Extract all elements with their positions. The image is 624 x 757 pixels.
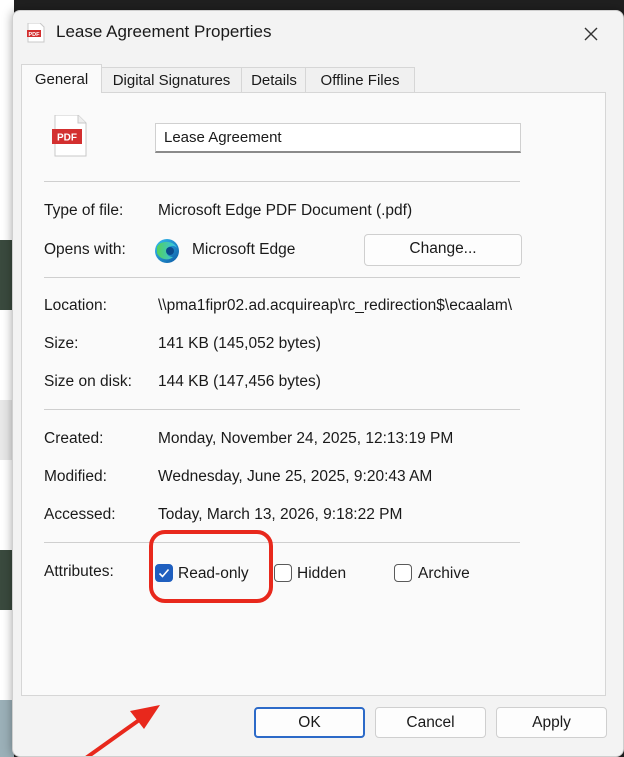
cancel-button[interactable]: Cancel [375, 707, 486, 738]
pdf-file-icon: PDF [52, 114, 88, 157]
title-bar[interactable]: PDF Lease Agreement Properties [13, 11, 623, 55]
archive-checkbox[interactable] [394, 564, 412, 582]
modified-label: Modified: [44, 468, 107, 485]
properties-dialog: PDF Lease Agreement Properties General D… [12, 10, 624, 757]
divider [44, 277, 520, 278]
hidden-checkbox[interactable] [274, 564, 292, 582]
opens-with-value: Microsoft Edge [192, 241, 296, 258]
archive-label[interactable]: Archive [418, 565, 470, 583]
size-value: 141 KB (145,052 bytes) [158, 335, 321, 352]
ok-button[interactable]: OK [254, 707, 365, 738]
divider [44, 181, 520, 182]
location-value: \\pma1fipr02.ad.acquireap\rc_redirection… [158, 297, 513, 314]
size-on-disk-label: Size on disk: [44, 373, 132, 390]
divider [44, 542, 520, 543]
opens-with-label: Opens with: [44, 241, 126, 258]
tab-digital-signatures[interactable]: Digital Signatures [100, 67, 243, 93]
svg-text:PDF: PDF [29, 32, 41, 38]
accessed-label: Accessed: [44, 506, 116, 523]
attributes-label: Attributes: [44, 563, 114, 580]
svg-text:PDF: PDF [57, 133, 77, 144]
location-label: Location: [44, 297, 107, 314]
annotation-arrow-icon [85, 705, 160, 756]
change-button[interactable]: Change... [364, 234, 522, 266]
general-panel: PDF Type of file: Microsoft Edge PDF Doc… [21, 92, 606, 756]
created-value: Monday, November 24, 2025, 12:13:19 PM [158, 430, 454, 447]
accessed-value: Today, March 13, 2026, 9:18:22 PM [158, 506, 403, 523]
size-on-disk-value: 144 KB (147,456 bytes) [158, 373, 321, 390]
close-button[interactable] [569, 17, 613, 49]
file-name-field[interactable] [155, 123, 521, 153]
hidden-label[interactable]: Hidden [297, 565, 346, 583]
location-value-container: \\pma1fipr02.ad.acquireap\rc_redirection… [158, 297, 524, 321]
annotation-highlight-circle [149, 530, 273, 603]
tab-offline-files[interactable]: Offline Files [305, 67, 415, 93]
pdf-file-icon: PDF [27, 22, 45, 43]
tab-general[interactable]: General [21, 64, 102, 93]
type-of-file-label: Type of file: [44, 202, 124, 219]
divider [44, 409, 520, 410]
modified-value: Wednesday, June 25, 2025, 9:20:43 AM [158, 468, 433, 485]
size-label: Size: [44, 335, 79, 352]
created-label: Created: [44, 430, 104, 447]
close-icon [584, 27, 598, 41]
window-title: Lease Agreement Properties [56, 22, 272, 41]
type-of-file-value: Microsoft Edge PDF Document (.pdf) [158, 202, 413, 219]
apply-button[interactable]: Apply [496, 707, 607, 738]
tab-details[interactable]: Details [241, 67, 307, 93]
microsoft-edge-icon [154, 238, 180, 264]
